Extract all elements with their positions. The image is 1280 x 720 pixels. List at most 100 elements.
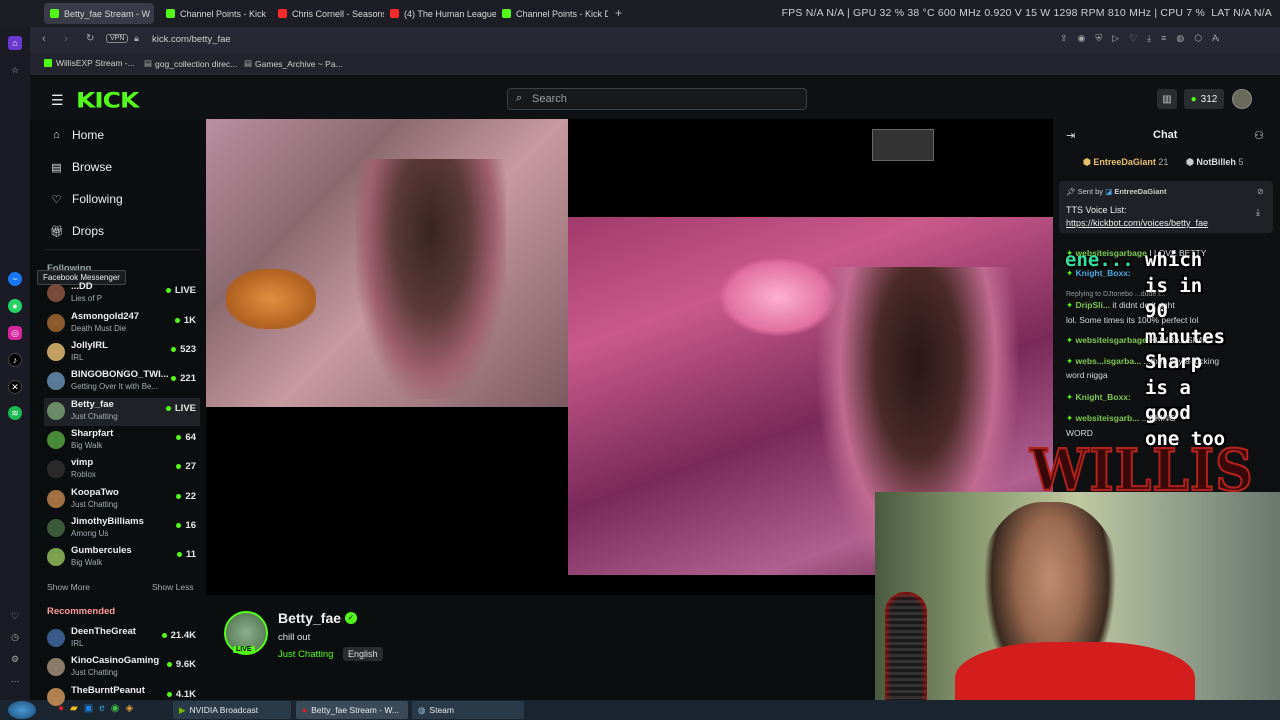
hamburger-menu-icon[interactable]: ☰ bbox=[51, 92, 64, 109]
instagram-icon[interactable]: ◎ bbox=[8, 326, 22, 340]
chat-username[interactable]: Knight_Boxx: bbox=[1076, 392, 1131, 402]
chat-message[interactable]: ✦ websiteisgarbage I LOVE BETTY bbox=[1066, 248, 1206, 259]
channel-item[interactable]: Asmongold247 Death Must Die 1K bbox=[44, 310, 200, 338]
channel-item[interactable]: DeenTheGreat IRL 21.4K bbox=[44, 625, 200, 653]
search-input[interactable]: ⌕ Search bbox=[507, 88, 807, 110]
settings-icon[interactable]: ⚙ bbox=[8, 652, 22, 666]
channel-item[interactable]: KoopaTwo Just Chatting 22 bbox=[44, 486, 200, 514]
user-avatar[interactable] bbox=[1232, 89, 1252, 109]
channel-avatar bbox=[47, 548, 65, 566]
category-link[interactable]: Just Chatting bbox=[278, 649, 333, 660]
new-tab-button[interactable]: + bbox=[615, 6, 622, 20]
language-tag[interactable]: English bbox=[343, 647, 383, 661]
tiktok-icon[interactable]: ♪ bbox=[8, 353, 22, 367]
streamer-name[interactable]: Betty_fae bbox=[278, 610, 341, 626]
chat-username[interactable]: websiteisgarbage bbox=[1076, 248, 1147, 258]
chat-users-icon[interactable]: ⚇ bbox=[1254, 129, 1264, 142]
tab-betty-stream[interactable]: Betty_fae Stream - W bbox=[44, 3, 154, 24]
top-gifter-1[interactable]: ⬢ EntreeDaGiant 21 bbox=[1083, 157, 1168, 168]
channel-item[interactable]: KinoCasinoGaming Just Chatting 9.6K bbox=[44, 654, 200, 682]
chat-message[interactable]: ✦ websiteisgarbage HUMBA...SIMP bbox=[1066, 335, 1208, 346]
show-less-link[interactable]: Show Less bbox=[152, 582, 194, 592]
show-more-link[interactable]: Show More bbox=[47, 582, 90, 592]
spotify-icon[interactable]: ≋ bbox=[8, 406, 22, 420]
library-icon[interactable]: ▥ bbox=[1157, 89, 1177, 109]
channel-item[interactable]: Sharpfart Big Walk 64 bbox=[44, 427, 200, 455]
chat-message[interactable]: Replying to DJtonebo ...dude i... bbox=[1066, 288, 1166, 298]
home-icon[interactable]: ⌂ bbox=[8, 36, 22, 50]
taskbar-steam[interactable]: ◍ Steam bbox=[412, 701, 524, 719]
share-icon[interactable]: ⇪ bbox=[1060, 33, 1068, 47]
taskbar-opera[interactable]: ● Betty_fae Stream - W... bbox=[296, 701, 408, 719]
points-button[interactable]: ● 312 bbox=[1184, 89, 1224, 109]
tab-human-league[interactable]: (4) The Human League - D bbox=[384, 3, 496, 24]
kick-logo[interactable]: KICK bbox=[76, 88, 139, 113]
back-icon[interactable]: ‹ bbox=[42, 33, 46, 45]
history-icon[interactable]: ◷ bbox=[8, 630, 22, 644]
channel-item[interactable]: ...DD Lies of P LIVE bbox=[44, 280, 200, 308]
tab-channel-points-2[interactable]: Channel Points - Kick Das bbox=[496, 3, 608, 24]
pinned-link[interactable]: https://kickbot.com/voices/betty_fae bbox=[1066, 218, 1208, 228]
channel-item[interactable]: BINGOBONGO_TWI... Getting Over It with Be… bbox=[44, 368, 200, 396]
ai-icon[interactable]: Aᵢ bbox=[1212, 33, 1219, 47]
chat-username[interactable]: webs...isgarba... bbox=[1076, 356, 1142, 366]
download-icon[interactable]: ⤓ bbox=[1147, 33, 1151, 47]
viewer-count: 1K bbox=[175, 315, 196, 326]
chat-message[interactable]: ✦ DripSli... it didnt do it right bbox=[1066, 300, 1175, 311]
extensions-icon[interactable]: ⬡ bbox=[1194, 33, 1202, 47]
nav-home[interactable]: ⌂ Home bbox=[50, 128, 104, 142]
kick-badge-icon: ◪ bbox=[1105, 187, 1113, 196]
menu-icon[interactable]: ≡ bbox=[1161, 33, 1166, 47]
x-icon[interactable]: ✕ bbox=[8, 380, 22, 394]
channel-category: Death Must Die bbox=[71, 324, 127, 333]
url-field[interactable]: kick.com/betty_fae bbox=[152, 34, 231, 45]
nav-following[interactable]: ♡ Following bbox=[50, 192, 123, 206]
pin-icon[interactable]: ☆ bbox=[8, 63, 22, 77]
shield-icon[interactable]: ⛨ bbox=[1095, 33, 1102, 47]
channel-item[interactable]: Betty_fae Just Chatting LIVE bbox=[44, 398, 200, 426]
account-icon[interactable]: ◍ bbox=[1176, 33, 1184, 47]
chat-username[interactable]: Knight_Boxx: bbox=[1076, 268, 1131, 278]
chat-message[interactable]: ✦ webs...isgarba... ...then say a fuckin… bbox=[1066, 356, 1219, 367]
channel-item[interactable]: JimothyBilliams Among Us 16 bbox=[44, 515, 200, 543]
channel-item[interactable]: TheBurntPeanut 4.1K bbox=[44, 684, 200, 712]
tab-channel-points[interactable]: Channel Points - Kick Das bbox=[160, 3, 268, 24]
chat-message[interactable]: ✦ Knight_Boxx: bbox=[1066, 392, 1131, 403]
chat-message[interactable]: lol. Some times its 100% perfect lol bbox=[1066, 315, 1198, 325]
badge-icon: ✦ bbox=[1066, 392, 1074, 402]
camera-icon[interactable]: ◉ bbox=[1078, 33, 1086, 47]
channel-item[interactable]: Gumbercules Big Walk 11 bbox=[44, 544, 200, 572]
heart-icon[interactable]: ♡ bbox=[1129, 33, 1137, 47]
channel-avatar bbox=[47, 372, 65, 390]
forward-icon[interactable]: › bbox=[64, 33, 68, 45]
chat-username[interactable]: DripSli... bbox=[1076, 300, 1110, 310]
channel-item[interactable]: vimp Roblox 27 bbox=[44, 456, 200, 484]
bookmark-games-archive[interactable]: ▤ Games_Archive ~ Pa... bbox=[244, 58, 343, 69]
nav-drops[interactable]: 🎁︎ Drops bbox=[50, 224, 104, 238]
collapse-chat-icon[interactable]: ⇥ bbox=[1066, 129, 1075, 142]
play-icon[interactable]: ▷ bbox=[1112, 33, 1119, 47]
bookmark-gog[interactable]: ▤ gog_collection direc... bbox=[144, 58, 237, 69]
chat-message[interactable]: ✦ websiteisgarb... ...CKING bbox=[1066, 413, 1176, 424]
heart-icon[interactable]: ♡ bbox=[8, 609, 22, 623]
chat-message[interactable]: ✦ Knight_Boxx: bbox=[1066, 268, 1131, 279]
unpin-icon[interactable]: ⊘ bbox=[1257, 187, 1264, 196]
chat-message[interactable]: WORD bbox=[1066, 428, 1093, 438]
reload-icon[interactable]: ↻ bbox=[86, 33, 94, 44]
vpn-badge[interactable]: VPN bbox=[106, 34, 129, 43]
messenger-icon[interactable]: ~ bbox=[8, 272, 22, 286]
start-button-icon[interactable] bbox=[8, 701, 36, 719]
bookmark-willis[interactable]: WillisEXP Stream -... bbox=[44, 58, 135, 68]
channel-item[interactable]: JollyIRL IRL 523 bbox=[44, 339, 200, 367]
tab-chris-cornell[interactable]: Chris Cornell - Seasons (w bbox=[272, 3, 384, 24]
chat-username[interactable]: websiteisgarb... bbox=[1076, 413, 1140, 423]
chat-message[interactable]: word nigga bbox=[1066, 370, 1108, 380]
top-gifter-2[interactable]: ⬢ NotBilleh 5 bbox=[1186, 157, 1243, 168]
nav-browse[interactable]: ▤ Browse bbox=[50, 160, 112, 174]
chat-username[interactable]: websiteisgarbage bbox=[1076, 335, 1147, 345]
expand-icon[interactable]: ⤓ bbox=[1256, 207, 1260, 218]
whatsapp-icon[interactable]: ● bbox=[8, 299, 22, 313]
cat-shape bbox=[226, 269, 316, 329]
more-icon[interactable]: ⋯ bbox=[8, 674, 22, 688]
chat-text: word nigga bbox=[1066, 370, 1108, 380]
